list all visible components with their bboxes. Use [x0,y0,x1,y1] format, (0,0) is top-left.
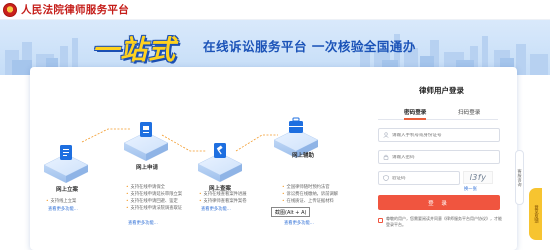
main-panel: 网上立案 支持线上立案 查看更多功能... 网上申请 支持在线申请保全 支持在线… [30,67,517,250]
lock-icon [383,154,389,160]
step-label-online-filing: 网上立案 [56,187,79,193]
feedback-label: 意见反馈 [533,205,539,223]
banner-slogan-sub: 在线诉讼服务平台 一次核验全国通办 [203,39,416,54]
captcha-field[interactable] [378,171,460,185]
step-1-feature: 支持线上立案 [46,198,77,205]
site-title[interactable]: 人民法院律师服务平台 [21,2,129,17]
customer-service-label: 客服咨询 [517,168,523,187]
step-2-feature: 支持在线申请保全 [126,184,165,191]
step-1-more-link[interactable]: 查看更多功能... [48,206,78,212]
password-field[interactable] [378,150,500,164]
top-header: 人民法院律师服务平台 [0,0,550,20]
captcha-image[interactable]: l3fy [463,171,493,184]
briefcase-icon [289,117,303,133]
step-connector-lines [81,128,278,152]
step-4-more-link[interactable]: 查看更多功能... [284,220,314,226]
step-4-feature: 诉讼费在线缴纳，诉前调解 [282,191,339,198]
user-icon [383,132,389,138]
phone-id-input[interactable] [392,132,499,138]
agreement-checkbox[interactable] [378,218,383,223]
shield-icon [383,175,389,181]
step-2-feature: 支持在线申请延长审限立案 [126,191,183,198]
login-panel: 律师用户登录 密码登录 扫码登录 l3fy 换一张 登 录 尊敬的用户 [366,67,517,250]
court-emblem-icon [3,2,17,17]
service-steps: 网上立案 支持线上立案 查看更多功能... 网上申请 支持在线申请保全 支持在线… [30,67,360,250]
captcha-input[interactable] [392,175,459,181]
step-3-feature: 支持在线查看案件进展 [199,191,247,198]
step-2-more-link[interactable]: 查看更多功能... [128,220,158,226]
agreement-text: 尊敬的用户，您需要阅读并同意《律师服务平台用户协议》，才能登录平台。 [386,216,502,227]
login-button[interactable]: 登 录 [378,195,500,210]
feedback-tab[interactable]: 意见反馈 [529,188,542,240]
gavel-icon [214,143,226,158]
tab-password-login[interactable]: 密码登录 [404,108,426,116]
active-tab-indicator [404,118,426,120]
step-label-online-application: 网上申请 [136,165,159,171]
customer-service-float[interactable]: 客服咨询 [515,150,524,205]
step-3-more-link[interactable]: 查看更多功能... [201,206,231,212]
tab-qr-login[interactable]: 扫码登录 [458,108,480,116]
step-3-feature: 支持律师查看案件案卷 [199,198,247,205]
step-2-feature: 支持在线申请法院调查取证 [126,205,183,212]
captcha-refresh-link[interactable]: 换一张 [464,186,477,192]
login-title: 律师用户登录 [419,86,464,95]
password-input[interactable] [392,154,499,160]
phone-id-field[interactable] [378,128,500,142]
document-icon [60,145,72,160]
step-label-online-assistance: 网上辅助 [292,153,315,159]
step-4-feature: 全国律师随时预约法官 [282,184,330,191]
step-4-feature: 在线质证、上传证据材料 [282,198,334,205]
banner-slogan-main: 一站式 [92,35,176,66]
form-icon [140,122,152,137]
screenshot-tooltip: 截图(Alt + A) [271,207,311,217]
step-2-feature: 支持在线申请回避、鉴定 [126,198,178,205]
tab-divider [378,119,498,120]
